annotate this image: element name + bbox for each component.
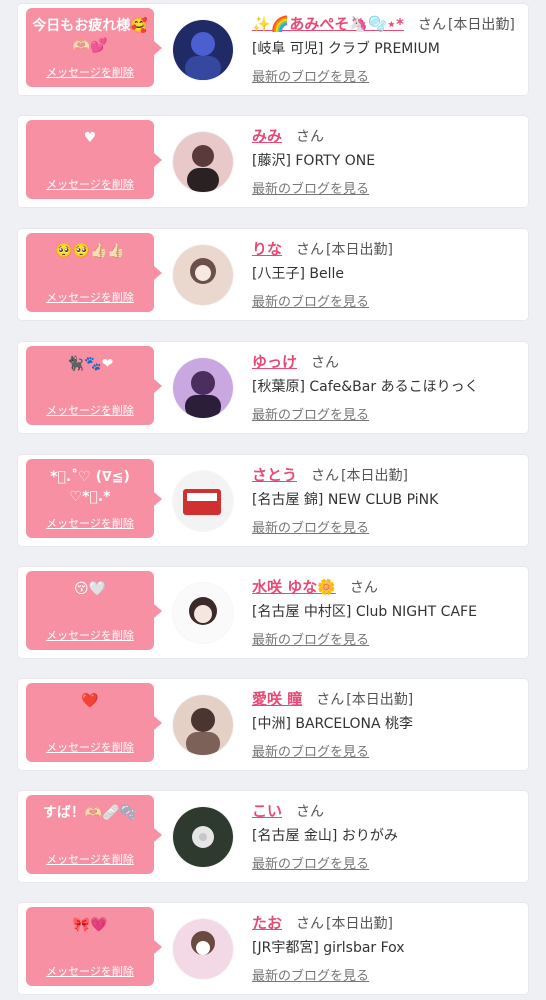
shop-name: [名古屋 中村区] Club NIGHT CAFE <box>252 604 477 620</box>
attendance-status: [本日出勤] <box>326 916 393 932</box>
blog-link[interactable]: 最新のブログを見る <box>252 743 369 763</box>
message-text: すば！🫶🏻🩹🫧 <box>42 805 138 821</box>
cast-info: みみ さん [藤沢] FORTY ONE 最新のブログを見る <box>252 124 520 200</box>
avatar[interactable] <box>173 245 233 305</box>
blog-link[interactable]: 最新のブログを見る <box>252 180 369 200</box>
list-item: 😚🤍 メッセージを削除 水咲 ゆな🌼 さん [名古屋 中村区] Club NIGH… <box>18 567 528 658</box>
message-bubble: *ﾟ.˚♡ (∇≦) ♡*ﾟ.* メッセージを削除 <box>26 459 162 538</box>
delete-message-link[interactable]: メッセージを削除 <box>26 853 154 867</box>
delete-message-link[interactable]: メッセージを削除 <box>26 965 154 979</box>
shop-name: [中洲] BARCELONA 桃李 <box>252 716 414 732</box>
cast-info: さとう さん [本日出勤] [名古屋 錦] NEW CLUB PiNK 最新のブログ… <box>252 463 520 539</box>
cast-info: りな さん [本日出勤] [八王子] Belle 最新のブログを見る <box>252 237 520 313</box>
avatar[interactable] <box>173 807 233 867</box>
cast-info: たお さん [本日出勤] [JR宇都宮] girlsbar Fox 最新のブログを見… <box>252 911 520 987</box>
avatar[interactable] <box>173 583 233 643</box>
avatar[interactable] <box>173 919 233 979</box>
shop-name: [名古屋 金山] おりがみ <box>252 828 398 844</box>
cast-info: 愛咲 瞳さん [本日出勤] [中洲] BARCELONA 桃李 最新のブログを見る <box>252 687 520 763</box>
message-text: 🎀💗 <box>72 917 108 933</box>
cast-name-link[interactable]: 水咲 ゆな🌼 <box>252 578 336 596</box>
avatar[interactable] <box>173 20 233 80</box>
list-item: ♥ メッセージを削除 みみ さん [藤沢] FORTY ONE 最新のブログを見る <box>18 116 528 207</box>
delete-message-link[interactable]: メッセージを削除 <box>26 741 154 755</box>
shop-name: [秋葉原] Cafe&Bar あるこほりっく <box>252 379 479 395</box>
avatar[interactable] <box>173 358 233 418</box>
shop-name: [JR宇都宮] girlsbar Fox <box>252 940 405 956</box>
shop-name: [岐阜 可児] クラブ PREMIUM <box>252 41 440 57</box>
blog-link[interactable]: 最新のブログを見る <box>252 855 369 875</box>
message-text: *ﾟ.˚♡ (∇≦) ♡*ﾟ.* <box>50 469 130 505</box>
cast-name-link[interactable]: ✨🌈あみぺそ🦄🫧⋆* <box>252 15 404 33</box>
delete-message-link[interactable]: メッセージを削除 <box>26 404 154 418</box>
shop-name: [藤沢] FORTY ONE <box>252 153 376 169</box>
shop-name: [八王子] Belle <box>252 266 344 282</box>
delete-message-link[interactable]: メッセージを削除 <box>26 517 154 531</box>
delete-message-link[interactable]: メッセージを削除 <box>26 66 154 80</box>
honorific: さん <box>296 916 325 932</box>
list-item: 🥺🥺👍🏻👍🏻 メッセージを削除 りな さん [本日出勤] [八王子] Belle 最… <box>18 229 528 320</box>
message-text: 今日もお疲れ様🥰🫶🏻💕 <box>32 18 148 54</box>
blog-link[interactable]: 最新のブログを見る <box>252 967 369 987</box>
message-text: 😚🤍 <box>73 581 107 597</box>
honorific: さん <box>296 804 325 820</box>
blog-link[interactable]: 最新のブログを見る <box>252 631 369 651</box>
message-bubble: 🥺🥺👍🏻👍🏻 メッセージを削除 <box>26 233 162 312</box>
cast-info: ✨🌈あみぺそ🦄🫧⋆* さん [本日出勤] [岐阜 可児] クラブ PREMIUM 最… <box>252 12 520 88</box>
avatar[interactable] <box>173 471 233 531</box>
cast-name-link[interactable]: ゆっけ <box>252 353 297 371</box>
message-text: ❤️ <box>81 693 99 709</box>
list-item: 🎀💗 メッセージを削除 たお さん [本日出勤] [JR宇都宮] girlsbar … <box>18 903 528 994</box>
cast-name-link[interactable]: さとう <box>252 466 297 484</box>
blog-link[interactable]: 最新のブログを見る <box>252 293 369 313</box>
blog-link[interactable]: 最新のブログを見る <box>252 519 369 539</box>
cast-info: 水咲 ゆな🌼 さん [名古屋 中村区] Club NIGHT CAFE 最新のブロ… <box>252 575 520 651</box>
honorific: さん <box>296 242 325 258</box>
message-bubble: すば！🫶🏻🩹🫧 メッセージを削除 <box>26 795 162 874</box>
attendance-status: [本日出勤] <box>447 17 515 33</box>
honorific: さん <box>417 17 446 33</box>
list-item: *ﾟ.˚♡ (∇≦) ♡*ﾟ.* メッセージを削除 さとう さん [本日出勤] [名… <box>18 455 528 546</box>
list-item: 今日もお疲れ様🥰🫶🏻💕 メッセージを削除 ✨🌈あみぺそ🦄🫧⋆* さん [本日出勤] … <box>18 4 528 95</box>
message-text: 🥺🥺👍🏻👍🏻 <box>55 243 125 259</box>
list-item: 🐈‍⬛🐾❤ メッセージを削除 ゆっけ さん [秋葉原] Cafe&Bar あるこほ… <box>18 342 528 433</box>
list-item: すば！🫶🏻🩹🫧 メッセージを削除 こい さん [名古屋 金山] おりがみ 最新のブ… <box>18 791 528 882</box>
cast-name-link[interactable]: りな <box>252 240 282 258</box>
honorific: さん <box>349 580 378 596</box>
blog-link[interactable]: 最新のブログを見る <box>252 406 369 426</box>
attendance-status: [本日出勤] <box>346 692 414 708</box>
shop-name: [名古屋 錦] NEW CLUB PiNK <box>252 492 439 508</box>
honorific: さん <box>311 468 340 484</box>
cast-name-link[interactable]: みみ <box>252 127 282 145</box>
cast-name-link[interactable]: 愛咲 瞳 <box>252 690 302 708</box>
honorific: さん <box>311 355 340 371</box>
message-text: 🐈‍⬛🐾❤ <box>66 356 114 372</box>
message-bubble: 😚🤍 メッセージを削除 <box>26 571 162 650</box>
delete-message-link[interactable]: メッセージを削除 <box>26 178 154 192</box>
cast-info: ゆっけ さん [秋葉原] Cafe&Bar あるこほりっく 最新のブログを見る <box>252 350 520 426</box>
avatar[interactable] <box>173 132 233 192</box>
cast-name-link[interactable]: こい <box>252 802 282 820</box>
honorific: さん <box>296 129 325 145</box>
message-bubble: ♥ メッセージを削除 <box>26 120 162 199</box>
message-bubble: 🎀💗 メッセージを削除 <box>26 907 162 986</box>
attendance-status: [本日出勤] <box>341 468 408 484</box>
cast-name-link[interactable]: たお <box>252 914 282 932</box>
cast-info: こい さん [名古屋 金山] おりがみ 最新のブログを見る <box>252 799 520 875</box>
message-bubble: 🐈‍⬛🐾❤ メッセージを削除 <box>26 346 162 425</box>
delete-message-link[interactable]: メッセージを削除 <box>26 629 154 643</box>
blog-link[interactable]: 最新のブログを見る <box>252 68 369 88</box>
delete-message-link[interactable]: メッセージを削除 <box>26 291 154 305</box>
message-bubble: ❤️ メッセージを削除 <box>26 683 162 762</box>
message-bubble: 今日もお疲れ様🥰🫶🏻💕 メッセージを削除 <box>26 8 162 87</box>
message-text: ♥ <box>83 130 97 146</box>
avatar[interactable] <box>173 695 233 755</box>
list-item: ❤️ メッセージを削除 愛咲 瞳さん [本日出勤] [中洲] BARCELONA … <box>18 679 528 770</box>
attendance-status: [本日出勤] <box>326 242 393 258</box>
honorific: さん <box>316 692 345 708</box>
